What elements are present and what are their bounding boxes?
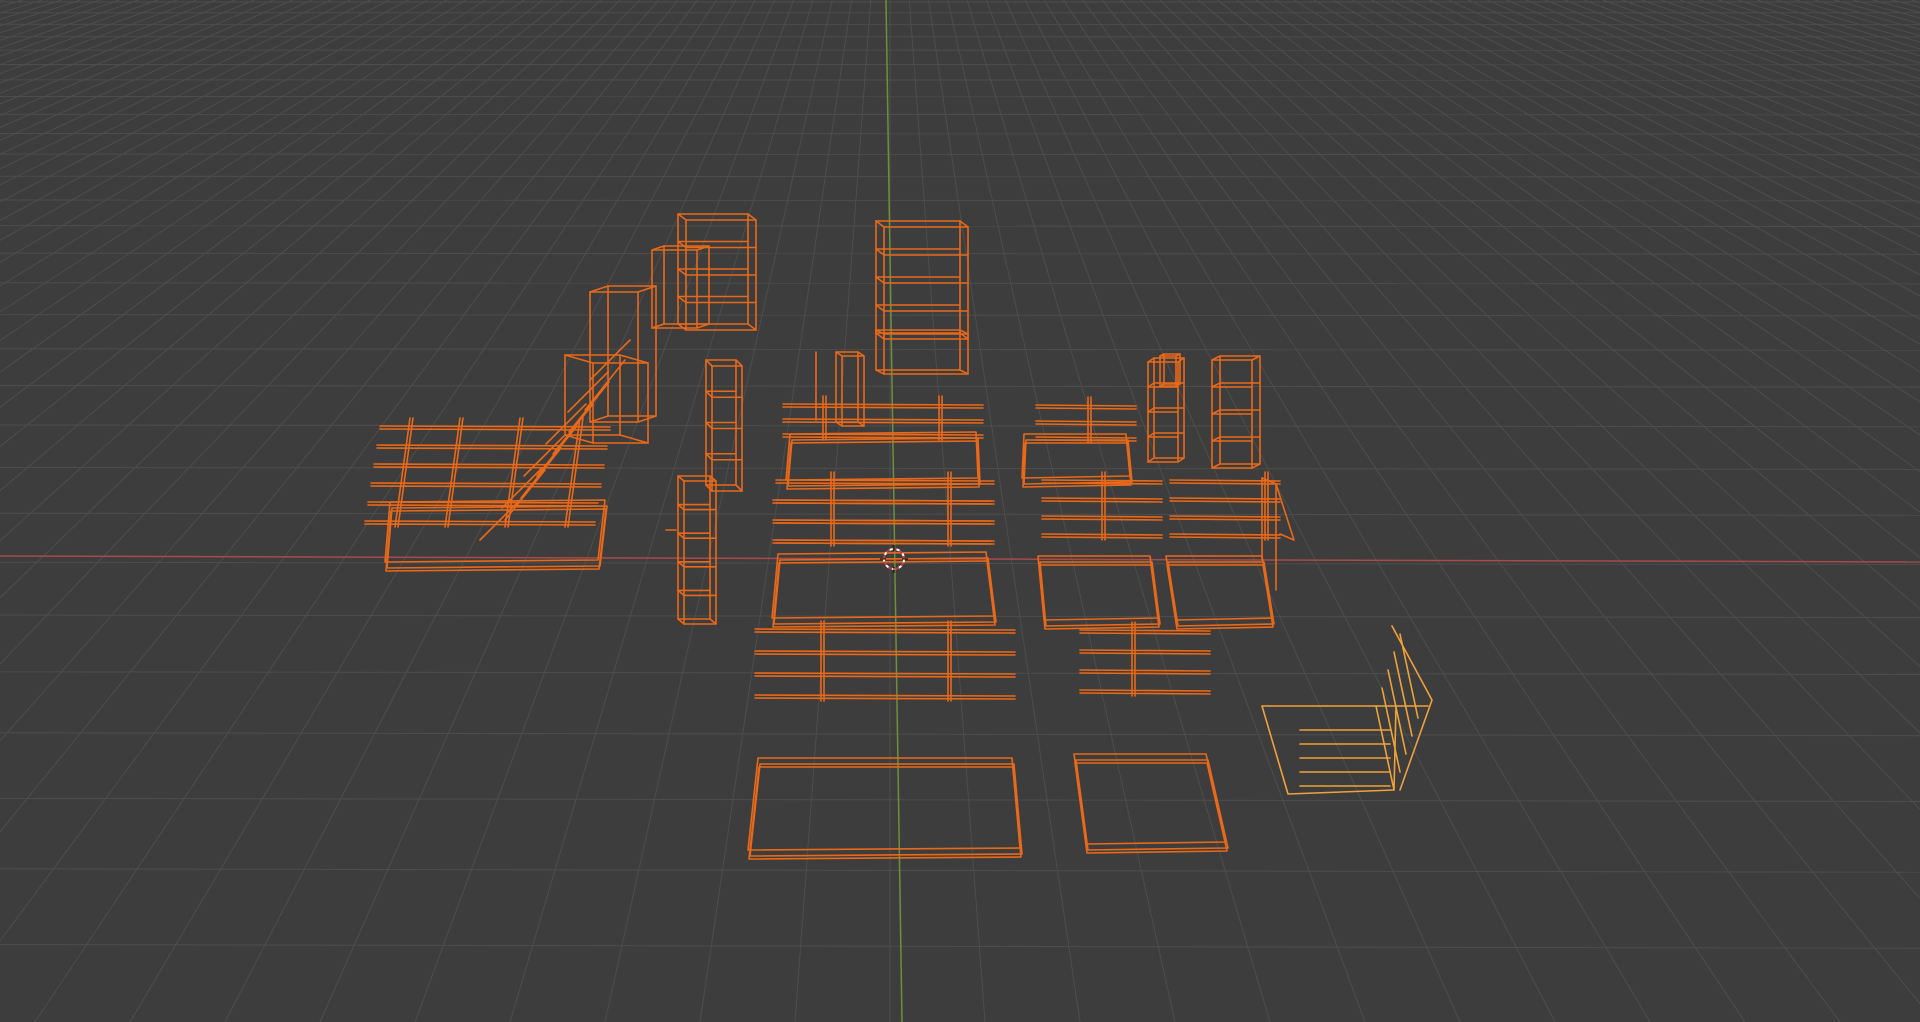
y-axis-line <box>885 0 903 1022</box>
shelf-right-a[interactable] <box>1147 353 1185 463</box>
3d-viewport[interactable] <box>0 0 1920 1022</box>
viewport-canvas[interactable] <box>0 0 1920 1022</box>
railing-right-front[interactable] <box>1079 621 1211 697</box>
floor-grid <box>0 0 1920 1022</box>
base-center-front[interactable] <box>747 757 1023 860</box>
frame-left-tall[interactable] <box>504 285 657 521</box>
base-center[interactable] <box>754 620 1016 702</box>
panel-left-front[interactable] <box>665 475 717 625</box>
railing-center[interactable] <box>782 395 984 490</box>
railing-right-b[interactable] <box>1037 471 1295 630</box>
shelf-left-back[interactable] <box>651 213 757 331</box>
shelf-right-b[interactable] <box>1211 355 1261 469</box>
railing-center-front[interactable] <box>771 471 997 628</box>
